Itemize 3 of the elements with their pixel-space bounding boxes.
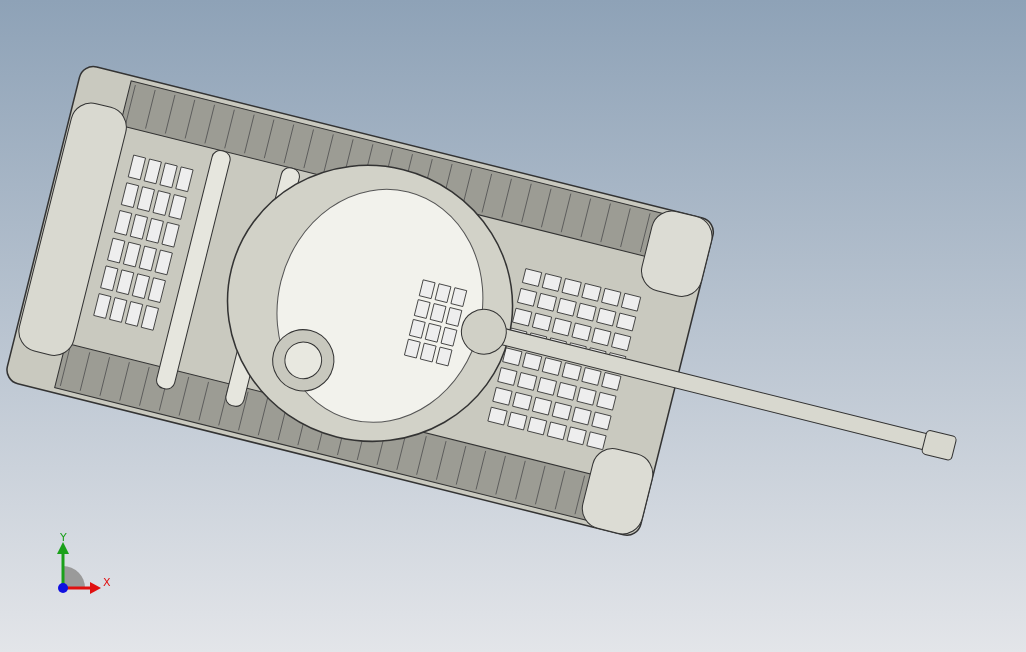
axis-label: Y xyxy=(60,531,67,544)
axis-label: X xyxy=(103,576,111,589)
axis-triad-drawing xyxy=(57,542,101,594)
